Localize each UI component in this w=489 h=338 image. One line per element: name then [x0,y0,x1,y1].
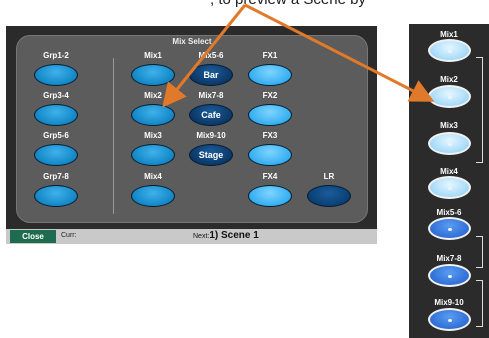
arrow-to-strip [244,3,435,102]
arrow-to-mix2 [162,4,247,108]
callout-arrows [162,3,435,108]
